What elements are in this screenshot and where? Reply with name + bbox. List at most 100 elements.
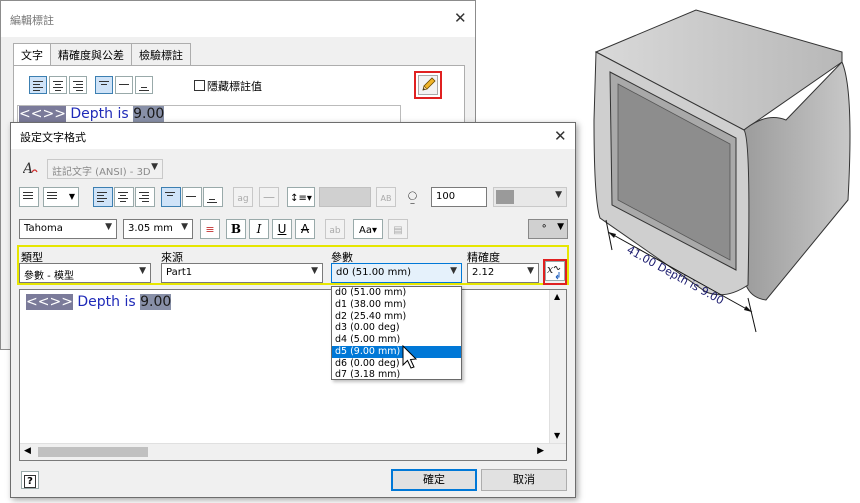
line-spacing-value[interactable] bbox=[319, 187, 371, 207]
edit-dimension-titlebar: 編輯標註 ✕ bbox=[1, 1, 475, 37]
valign-middle-button[interactable] bbox=[115, 76, 133, 94]
valign-top-button[interactable] bbox=[161, 187, 181, 207]
close-icon[interactable]: ✕ bbox=[454, 9, 467, 27]
insert-symbol-combo[interactable]: ∘ ▼ bbox=[528, 219, 568, 239]
align-left-button[interactable] bbox=[29, 76, 47, 94]
underline-button[interactable]: U bbox=[272, 219, 292, 239]
insert-parameter-button[interactable]: x bbox=[545, 261, 565, 281]
parameter-combo[interactable]: d0 (51.00 mm) ▼ bbox=[331, 263, 462, 283]
scroll-right-icon[interactable]: ▶ bbox=[537, 446, 544, 456]
chevron-down-icon: ▼ bbox=[450, 266, 457, 276]
text-color-combo[interactable]: ▼ bbox=[493, 187, 567, 207]
scroll-down-icon[interactable]: ▼ bbox=[554, 431, 560, 440]
strikethrough-button[interactable]: A bbox=[295, 219, 315, 239]
ok-button[interactable]: 確定 bbox=[391, 469, 477, 491]
tab-inspection-dimension[interactable]: 檢驗標註 bbox=[131, 43, 191, 65]
source-combo[interactable]: Part1 ▼ bbox=[161, 263, 323, 283]
line-spacing-icon: ↕≡▾ bbox=[290, 193, 312, 204]
editor-token: <<>> bbox=[26, 294, 73, 310]
symbol-button[interactable]: ▤ bbox=[388, 219, 408, 239]
format-text-title: 設定文字格式 bbox=[20, 131, 86, 144]
editor-text: Depth is bbox=[72, 294, 141, 310]
subscript-button[interactable]: ab bbox=[325, 219, 345, 239]
case-button[interactable]: Aa▾ bbox=[353, 219, 383, 239]
font-combo[interactable]: Tahoma ▼ bbox=[19, 219, 117, 239]
svg-text:A: A bbox=[23, 161, 33, 177]
align-right-button[interactable] bbox=[135, 187, 155, 207]
align-right-button[interactable] bbox=[69, 76, 87, 94]
font-size-combo[interactable]: 3.05 mm ▼ bbox=[123, 219, 193, 239]
line-spacing-button[interactable]: ↕≡▾ bbox=[287, 187, 315, 207]
text-style-override-button[interactable]: ≡ bbox=[200, 219, 220, 239]
chevron-down-icon: ▼ bbox=[527, 266, 534, 276]
format-text-titlebar: 設定文字格式 ✕ bbox=[11, 123, 575, 149]
parameter-dropdown-list[interactable]: d0 (51.00 mm) d1 (38.00 mm) d2 (25.40 mm) d… bbox=[331, 286, 462, 380]
tab-precision-tolerance[interactable]: 精確度與公差 bbox=[50, 43, 132, 65]
stack-icon: ab bbox=[329, 226, 341, 236]
edit-text-button[interactable] bbox=[418, 75, 438, 95]
parameter-option[interactable]: d7 (3.18 mm) bbox=[332, 369, 461, 381]
align-left-icon bbox=[97, 192, 107, 204]
chevron-down-icon: ▼ bbox=[311, 266, 318, 276]
bullets-button[interactable] bbox=[19, 187, 39, 207]
case-icon: Aa▾ bbox=[359, 225, 377, 236]
tab-text[interactable]: 文字 bbox=[13, 43, 51, 66]
align-left-button[interactable] bbox=[93, 187, 113, 207]
editor-content: <<>> Depth is 9.00 bbox=[26, 294, 172, 310]
dimension-text: Depth is bbox=[65, 106, 134, 122]
align-center-button[interactable] bbox=[49, 76, 67, 94]
model-viewport: 41.00 Depth is 9.00 bbox=[593, 9, 851, 333]
valign-top-icon bbox=[165, 192, 175, 198]
vertical-scrollbar[interactable]: ▲ ▼ bbox=[549, 290, 566, 460]
symbol-dot-icon: ∘ bbox=[541, 221, 548, 232]
text-width-percent-value: 100 bbox=[436, 191, 456, 202]
parameter-option[interactable]: d6 (0.00 deg) bbox=[332, 358, 461, 370]
valign-bottom-button[interactable] bbox=[203, 187, 223, 207]
horizontal-scroll-thumb[interactable] bbox=[38, 447, 148, 457]
chevron-down-icon: ▼ bbox=[151, 162, 158, 172]
svg-text:x: x bbox=[547, 263, 554, 276]
parameter-value: d0 (51.00 mm) bbox=[336, 267, 411, 278]
horizontal-rule-button[interactable]: — bbox=[259, 187, 279, 207]
help-icon: ? bbox=[24, 475, 36, 488]
text-width-percent-input[interactable]: 100 bbox=[431, 187, 487, 207]
cancel-button[interactable]: 取消 bbox=[481, 469, 567, 491]
parameter-option[interactable]: d0 (51.00 mm) bbox=[332, 287, 461, 299]
align-center-icon bbox=[53, 81, 63, 93]
text-style-combo[interactable]: 註記文字 (ANSI) - 3D ▼ bbox=[47, 159, 163, 179]
type-combo[interactable]: 參數 - 模型 ▼ bbox=[19, 263, 151, 283]
mouse-cursor-icon bbox=[402, 345, 418, 369]
numbering-button[interactable]: ▼ bbox=[43, 187, 79, 207]
type-value: 參數 - 模型 bbox=[24, 271, 74, 282]
insert-parameter-icon: x bbox=[547, 263, 561, 280]
stacked-lines-icon: ≡ bbox=[205, 223, 215, 236]
text-editor[interactable]: <<>> Depth is 9.00 ▲ ▼ ◀ ▶ bbox=[19, 289, 567, 461]
scroll-up-icon[interactable]: ▲ bbox=[554, 292, 560, 301]
stack-text-button[interactable]: ag bbox=[233, 187, 253, 207]
hide-value-checkbox[interactable] bbox=[194, 80, 205, 91]
valign-bottom-button[interactable] bbox=[135, 76, 153, 94]
dimension-value: 9.00 bbox=[133, 106, 165, 122]
text-width-icon: ⍜ bbox=[408, 187, 418, 205]
horizontal-scrollbar[interactable]: ◀ ▶ bbox=[20, 443, 566, 460]
chevron-down-icon: ▼ bbox=[139, 266, 146, 276]
parameter-option[interactable]: d4 (5.00 mm) bbox=[332, 334, 461, 346]
fit-text-button[interactable]: AB bbox=[376, 187, 396, 207]
align-center-icon bbox=[118, 192, 128, 204]
valign-middle-button[interactable] bbox=[182, 187, 202, 207]
parameter-option[interactable]: d5 (9.00 mm) bbox=[332, 345, 461, 358]
chevron-down-icon: ▼ bbox=[557, 222, 564, 232]
align-left-icon bbox=[33, 81, 43, 93]
valign-top-button[interactable] bbox=[95, 76, 113, 94]
chevron-down-icon: ▼ bbox=[105, 222, 112, 232]
parameter-option[interactable]: d3 (0.00 deg) bbox=[332, 322, 461, 334]
parameter-option[interactable]: d2 (25.40 mm) bbox=[332, 311, 461, 323]
close-icon[interactable]: ✕ bbox=[554, 127, 567, 145]
scroll-left-icon[interactable]: ◀ bbox=[24, 446, 31, 456]
help-button[interactable]: ? bbox=[21, 471, 39, 489]
align-center-button[interactable] bbox=[114, 187, 134, 207]
italic-button[interactable]: I bbox=[249, 219, 269, 239]
precision-combo[interactable]: 2.12 ▼ bbox=[467, 263, 539, 283]
bold-button[interactable]: B bbox=[226, 219, 246, 239]
parameter-option[interactable]: d1 (38.00 mm) bbox=[332, 299, 461, 311]
